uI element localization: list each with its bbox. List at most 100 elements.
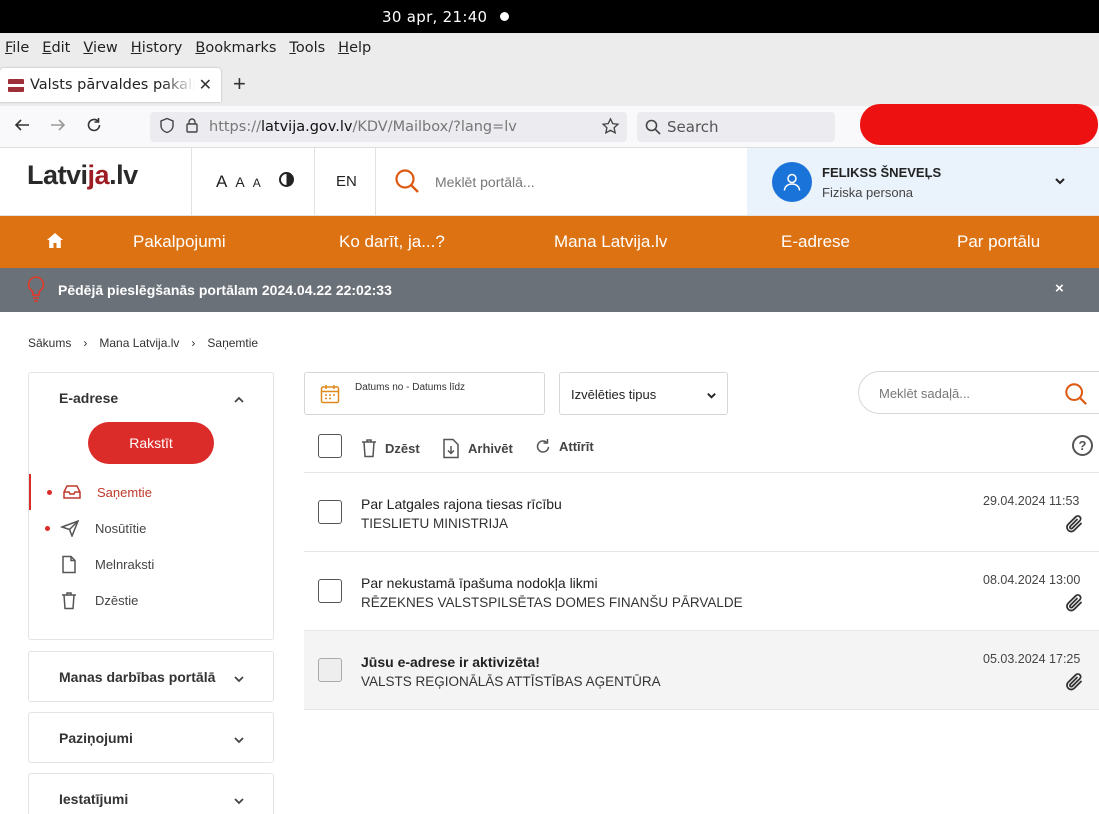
menu-history[interactable]: History xyxy=(131,40,183,56)
chevron-right-icon: › xyxy=(191,336,196,350)
date-range-text: Datums no - Datums līdz xyxy=(355,382,466,393)
os-clock[interactable]: 30 apr, 21:40 xyxy=(382,8,487,26)
reload-icon[interactable] xyxy=(85,116,103,138)
menu-bookmarks[interactable]: Bookmarks xyxy=(195,40,276,56)
message-date: 29.04.2024 11:53 xyxy=(983,494,1080,508)
tracking-shield-icon[interactable] xyxy=(159,117,175,138)
back-icon[interactable] xyxy=(13,116,31,138)
font-size-medium-button[interactable]: A xyxy=(235,174,244,190)
forward-icon[interactable] xyxy=(49,116,67,138)
url-text: https://latvija.gov.lv/KDV/Mailbox/?lang… xyxy=(209,119,517,135)
message-row[interactable]: Jūsu e-adrese ir aktivizēta! VALSTS REĢI… xyxy=(304,631,1099,710)
portal-search-input[interactable]: Meklēt portālā... xyxy=(435,174,535,190)
section-search-input[interactable]: Meklēt sadaļā... xyxy=(858,371,1099,414)
delete-label: Dzēst xyxy=(385,440,420,456)
restore-label: Attīrīt xyxy=(559,439,594,454)
delete-button[interactable]: Dzēst xyxy=(361,438,420,458)
lock-icon[interactable] xyxy=(185,117,199,137)
message-row[interactable]: Par Latgales rajona tiesas rīcību TIESLI… xyxy=(304,473,1099,552)
language-switch[interactable]: EN xyxy=(336,173,357,190)
sidebar-item-melnraksti[interactable]: Melnraksti xyxy=(29,546,273,582)
send-icon xyxy=(59,519,80,540)
unread-dot xyxy=(45,525,50,531)
menu-view[interactable]: View xyxy=(83,40,117,56)
sidebar-section-manas-darbibas[interactable]: Manas darbības portālā xyxy=(28,651,274,702)
nav-ko-darit[interactable]: Ko darīt, ja...? xyxy=(339,232,445,252)
sidebar-section-pazinojumi[interactable]: Paziņojumi xyxy=(28,712,274,763)
breadcrumb-home[interactable]: Sākums xyxy=(28,336,71,350)
sidebar-section-iestatijumi[interactable]: Iestatījumi xyxy=(28,773,274,814)
sidebar-item-dzestie[interactable]: Dzēstie xyxy=(29,582,273,618)
restore-button[interactable]: Attīrīt xyxy=(535,438,594,455)
type-select[interactable]: Izvēlēties tipus xyxy=(559,372,728,415)
unread-dot xyxy=(47,489,52,495)
help-icon[interactable]: ? xyxy=(1072,435,1093,456)
message-subject[interactable]: Par Latgales rajona tiesas rīcību xyxy=(361,496,562,512)
browser-tab[interactable]: Valsts pārvaldes pakalpojumu portāls ✕ xyxy=(0,68,221,102)
header-divider xyxy=(375,148,376,215)
write-button[interactable]: Rakstīt xyxy=(88,422,214,464)
sidebar-eaddress-card: E-adrese Rakstīt Saņemtie Nosūtītie Meln… xyxy=(28,372,274,640)
message-subject[interactable]: Par nekustamā īpašuma nodokļa likmi xyxy=(361,575,598,591)
url-bar[interactable]: https://latvija.gov.lv/KDV/Mailbox/?lang… xyxy=(150,112,627,142)
message-subject[interactable]: Jūsu e-adrese ir aktivizēta! xyxy=(361,654,540,670)
user-icon xyxy=(783,173,801,191)
logo-part-c: .lv xyxy=(109,160,138,190)
sidebar-item-label: Melnraksti xyxy=(95,556,155,572)
tab-close-icon[interactable]: ✕ xyxy=(199,75,212,94)
chevron-down-icon[interactable] xyxy=(233,672,245,688)
search-icon[interactable] xyxy=(1064,382,1088,409)
message-checkbox[interactable] xyxy=(318,579,342,603)
chevron-down-icon[interactable] xyxy=(233,794,245,810)
trash-icon xyxy=(60,591,78,613)
menu-help[interactable]: Help xyxy=(338,40,371,56)
attachment-icon xyxy=(1064,514,1084,537)
font-size-small-button[interactable]: A xyxy=(253,176,261,190)
sidebar-item-nosutitie[interactable]: Nosūtītie xyxy=(29,510,273,546)
date-range-picker[interactable]: Datums no - Datums līdz xyxy=(304,372,545,415)
chevron-down-icon[interactable] xyxy=(1054,174,1066,190)
new-tab-icon[interactable]: + xyxy=(233,73,246,95)
font-size-controls: A A A xyxy=(216,172,261,192)
home-icon[interactable] xyxy=(46,232,64,254)
message-checkbox[interactable] xyxy=(318,658,342,682)
user-type: Fiziska persona xyxy=(822,185,914,200)
message-checkbox[interactable] xyxy=(318,500,342,524)
breadcrumb-mana-latvija[interactable]: Mana Latvija.lv xyxy=(99,336,179,350)
trash-icon xyxy=(362,439,376,458)
nav-e-adrese[interactable]: E-adrese xyxy=(781,232,850,252)
menu-tools[interactable]: Tools xyxy=(289,40,325,56)
close-icon[interactable]: × xyxy=(1055,280,1064,297)
refresh-icon xyxy=(536,439,550,453)
tab-title: Valsts pārvaldes pakalpojumu portāls xyxy=(30,77,195,93)
header-divider xyxy=(314,148,315,215)
redacted-overlay xyxy=(860,104,1098,145)
inbox-icon xyxy=(62,483,82,504)
nav-mana-latvija[interactable]: Mana Latvija.lv xyxy=(554,232,667,252)
bookmark-star-icon[interactable] xyxy=(601,117,620,140)
chevron-up-icon[interactable] xyxy=(233,393,245,409)
select-all-checkbox[interactable] xyxy=(318,434,342,458)
sidebar-section-title: Paziņojumi xyxy=(59,730,133,746)
chevron-down-icon[interactable] xyxy=(233,733,245,749)
archive-button[interactable]: Arhivēt xyxy=(442,438,513,459)
user-menu[interactable]: FELIKSS ŠNEVEĻS Fiziska persona xyxy=(747,148,1099,215)
url-path: /KDV/Mailbox/?lang=lv xyxy=(352,119,517,135)
sidebar-eaddress-title[interactable]: E-adrese xyxy=(59,390,118,406)
contrast-toggle-icon[interactable] xyxy=(279,172,294,187)
calendar-icon xyxy=(320,384,340,407)
message-sender: TIESLIETU MINISTRIJA xyxy=(361,516,509,531)
nav-par-portalu[interactable]: Par portālu xyxy=(957,232,1040,252)
font-size-large-button[interactable]: A xyxy=(216,172,227,192)
browser-search-bar[interactable]: Search xyxy=(637,112,835,142)
sidebar-item-sanemtie[interactable]: Saņemtie xyxy=(29,474,273,510)
last-login-text: Pēdējā pieslēgšanās portālam 2024.04.22 … xyxy=(58,282,392,298)
sidebar-item-label: Nosūtītie xyxy=(95,520,147,536)
logo-part-a: Latvi xyxy=(27,160,88,190)
menu-file[interactable]: File xyxy=(5,40,29,56)
message-row[interactable]: Par nekustamā īpašuma nodokļa likmi RĒZE… xyxy=(304,552,1099,631)
latvija-logo[interactable]: Latvija.lv xyxy=(27,160,138,191)
nav-pakalpojumi[interactable]: Pakalpojumi xyxy=(133,232,226,252)
search-icon[interactable] xyxy=(394,168,420,197)
menu-edit[interactable]: Edit xyxy=(42,40,70,56)
